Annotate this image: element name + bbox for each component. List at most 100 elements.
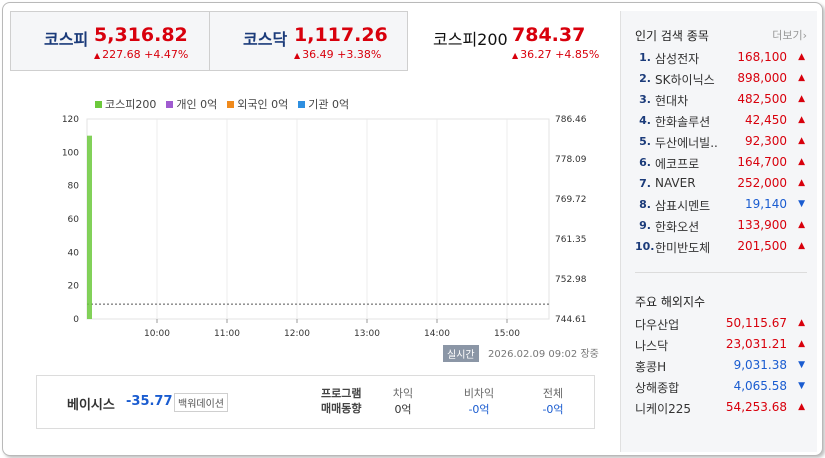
tab-kosdaq[interactable]: 코스닥 1,117.26 ▲ 36.49 +3.38% xyxy=(209,11,408,71)
index-value: 5,316.82 xyxy=(94,24,188,46)
market-widget: 코스피 5,316.82 ▲ 227.68 +4.47% 코스닥 1,117.26… xyxy=(2,2,823,456)
popular-rank: 3. xyxy=(639,93,651,106)
x-tick-label: 13:00 xyxy=(354,329,380,339)
popular-name[interactable]: 현대차 xyxy=(655,92,688,109)
index-value: 1,117.26 xyxy=(294,24,388,46)
program-non-arbitrage: 비차익 -0억 xyxy=(463,387,495,416)
tab-kospi200[interactable]: 코스피200 784.37 ▲ 36.27 +4.85% xyxy=(408,11,614,71)
popular-rank: 7. xyxy=(639,177,651,190)
right-tick-label: 778.09 xyxy=(555,155,587,165)
popular-rank: 5. xyxy=(639,135,651,148)
popular-title: 인기 검색 종목 xyxy=(635,29,709,43)
popular-rank: 9. xyxy=(639,219,651,232)
more-link[interactable]: 더보기› xyxy=(772,27,807,43)
popular-name[interactable]: 두산에너빌.. xyxy=(655,134,718,151)
divider xyxy=(635,272,807,273)
basis-label: 베이시스 xyxy=(67,398,115,413)
down-arrow-icon: ▼ xyxy=(798,360,805,370)
sidebar: 인기 검색 종목 더보기› 1. 삼성전자 168,100 ▲ 2. SK하이닉스 898,… xyxy=(620,11,817,452)
right-tick-label: 761.35 xyxy=(555,235,587,245)
overseas-value: 4,065.58 xyxy=(733,379,787,393)
popular-name[interactable]: 한화솔루션 xyxy=(655,113,710,130)
popular-price: 168,100 xyxy=(737,50,787,64)
program-total: 전체 -0억 xyxy=(542,387,564,416)
popular-item[interactable]: 10. 한미반도체 201,500 ▲ xyxy=(635,238,807,258)
basis-program-panel: 베이시스 -35.77 백워데이션 프로그램 매매동향 차익 0억 비차익 -0… xyxy=(36,375,595,429)
popular-price: 252,000 xyxy=(737,176,787,190)
overseas-item[interactable]: 다우산업 50,115.67 ▲ xyxy=(635,315,807,335)
popular-price: 201,500 xyxy=(737,239,787,253)
up-arrow-icon: ▲ xyxy=(798,220,805,230)
x-tick-label: 10:00 xyxy=(144,329,170,339)
popular-rank: 4. xyxy=(639,114,651,127)
overseas-item[interactable]: 상해종합 4,065.58 ▼ xyxy=(635,378,807,398)
popular-rank: 10. xyxy=(635,240,655,253)
popular-name[interactable]: 삼표시멘트 xyxy=(655,197,710,214)
overseas-value: 54,253.68 xyxy=(725,400,787,414)
up-arrow-icon: ▲ xyxy=(798,241,805,251)
down-arrow-icon: ▼ xyxy=(798,199,805,209)
right-tick-label: 744.61 xyxy=(555,315,587,325)
popular-name[interactable]: 한화오션 xyxy=(655,218,699,235)
left-tick-label: 40 xyxy=(68,248,80,258)
up-arrow-icon: ▲ xyxy=(798,94,805,104)
overseas-title: 주요 해외지수 xyxy=(635,295,706,309)
x-tick-label: 14:00 xyxy=(424,329,450,339)
overseas-value: 23,031.21 xyxy=(725,337,787,351)
popular-item[interactable]: 2. SK하이닉스 898,000 ▲ xyxy=(635,70,807,90)
overseas-item[interactable]: 홍콩H 9,031.38 ▼ xyxy=(635,357,807,377)
basis-badge: 백워데이션 xyxy=(174,393,228,412)
x-tick-label: 12:00 xyxy=(284,329,310,339)
popular-name[interactable]: 삼성전자 xyxy=(655,50,699,67)
left-tick-label: 120 xyxy=(62,115,79,125)
popular-item[interactable]: 9. 한화오션 133,900 ▲ xyxy=(635,217,807,237)
index-change: ▲ 227.68 +4.47% xyxy=(94,48,189,61)
x-tick-label: 15:00 xyxy=(494,329,520,339)
chart-plot: 10:00 11:00 12:00 13:00 14:00 15:00 120 100 80 60… xyxy=(62,115,587,339)
tab-kospi[interactable]: 코스피 5,316.82 ▲ 227.68 +4.47% xyxy=(10,11,210,71)
popular-rank: 2. xyxy=(639,72,651,85)
left-tick-label: 80 xyxy=(68,182,80,192)
popular-name[interactable]: NAVER xyxy=(655,176,696,190)
overseas-item[interactable]: 니케이225 54,253.68 ▲ xyxy=(635,399,807,419)
popular-item[interactable]: 3. 현대차 482,500 ▲ xyxy=(635,91,807,111)
right-tick-label: 769.72 xyxy=(555,195,587,205)
chevron-right-icon: › xyxy=(802,29,807,42)
down-arrow-icon: ▼ xyxy=(798,381,805,391)
program-label: 프로그램 매매동향 xyxy=(321,387,362,415)
bar-kospi200 xyxy=(87,135,92,319)
index-name: 코스피 xyxy=(44,30,89,49)
popular-item[interactable]: 4. 한화솔루션 42,450 ▲ xyxy=(635,112,807,132)
popular-rank: 6. xyxy=(639,156,651,169)
popular-name[interactable]: SK하이닉스 xyxy=(655,71,715,88)
investor-chart: 코스피200 개인 0억 외국인 0억 기관 0억 10:00 11:00 12:0… xyxy=(10,71,614,362)
up-arrow-icon: ▲ xyxy=(798,178,805,188)
up-arrow-icon: ▲ xyxy=(798,157,805,167)
popular-item[interactable]: 7. NAVER 252,000 ▲ xyxy=(635,175,807,195)
popular-price: 164,700 xyxy=(737,155,787,169)
overseas-name: 니케이225 xyxy=(635,402,692,416)
basis-value: -35.77 xyxy=(126,394,173,409)
popular-name[interactable]: 한미반도체 xyxy=(655,239,710,256)
right-tick-label: 786.46 xyxy=(555,115,587,125)
popular-item[interactable]: 5. 두산에너빌.. 92,300 ▲ xyxy=(635,133,807,153)
overseas-value: 9,031.38 xyxy=(733,358,787,372)
up-arrow-icon: ▲ xyxy=(798,402,805,412)
chart-timestamp: 2026.02.09 09:02 장중 xyxy=(488,349,599,360)
index-change: ▲ 36.49 +3.38% xyxy=(294,48,382,61)
up-arrow-icon: ▲ xyxy=(798,136,805,146)
overseas-item[interactable]: 나스닥 23,031.21 ▲ xyxy=(635,336,807,356)
popular-name[interactable]: 에코프로 xyxy=(655,155,699,172)
up-arrow-icon: ▲ xyxy=(798,73,805,83)
popular-item[interactable]: 6. 에코프로 164,700 ▲ xyxy=(635,154,807,174)
up-arrow-icon: ▲ xyxy=(798,318,805,328)
left-tick-label: 0 xyxy=(73,315,79,325)
up-arrow-icon: ▲ xyxy=(798,115,805,125)
overseas-name: 상해종합 xyxy=(635,381,680,395)
popular-price: 42,450 xyxy=(745,113,787,127)
popular-item[interactable]: 8. 삼표시멘트 19,140 ▼ xyxy=(635,196,807,216)
up-arrow-icon: ▲ xyxy=(798,339,805,349)
plot-border xyxy=(86,118,550,320)
realtime-badge: 실시간 xyxy=(443,345,479,362)
popular-item[interactable]: 1. 삼성전자 168,100 ▲ xyxy=(635,49,807,69)
